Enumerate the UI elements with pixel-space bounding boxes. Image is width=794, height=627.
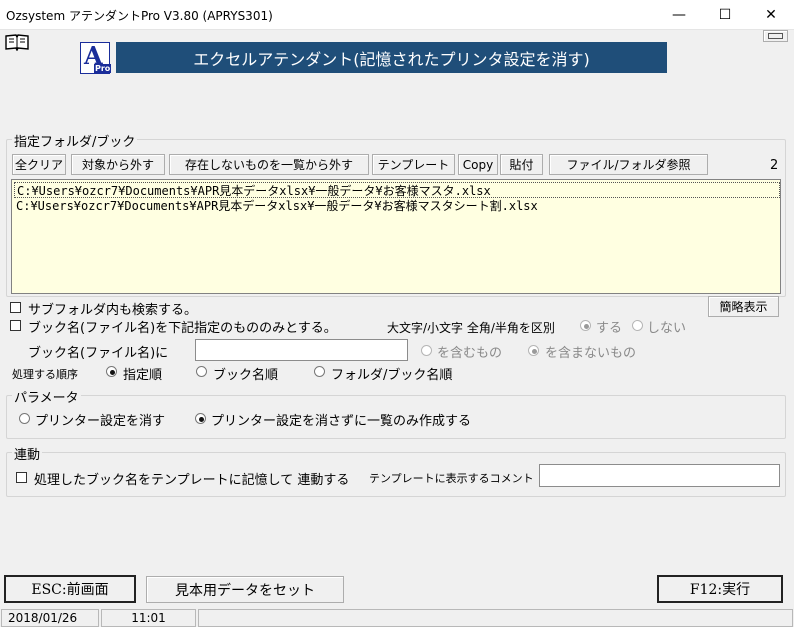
- screen-banner: エクセルアテンダント(記憶されたプリンタ設定を消す): [116, 42, 667, 73]
- template-comment-input[interactable]: [539, 464, 780, 487]
- subfolder-checkbox[interactable]: [10, 302, 21, 313]
- list-only-radio[interactable]: [195, 413, 206, 424]
- window-title: Ozsystem アテンダントPro V3.80 (APRYS301): [6, 9, 273, 23]
- clear-all-button[interactable]: 全クリア: [12, 154, 66, 175]
- order-label: 処理する順序: [12, 368, 78, 381]
- subfolder-label: サブフォルダ内も検索する。: [28, 303, 198, 318]
- file-folder-browse-button[interactable]: ファイル/フォルダ参照: [549, 154, 708, 175]
- close-button[interactable]: ✕: [748, 0, 794, 30]
- order-specified-label: 指定順: [123, 368, 163, 383]
- set-sample-data-button[interactable]: 見本用データをセット: [146, 576, 344, 603]
- remember-link-label: 処理したブック名をテンプレートに記憶して 連動する: [34, 473, 350, 488]
- file-list[interactable]: C:¥Users¥ozcr7¥Documents¥APR見本データxlsx¥一般…: [11, 179, 781, 294]
- link-legend: 連動: [12, 444, 43, 463]
- minimize-button[interactable]: —: [656, 0, 702, 30]
- title-bar: Ozsystem アテンダントPro V3.80 (APRYS301) — ☐ …: [0, 0, 794, 30]
- order-book-label: ブック名順: [213, 368, 279, 383]
- manual-book-icon[interactable]: [4, 33, 30, 52]
- not-contains-radio[interactable]: [528, 345, 539, 356]
- remove-from-target-button[interactable]: 対象から外す: [71, 154, 165, 175]
- f12-execute-button[interactable]: F12:実行: [657, 575, 783, 603]
- status-date: 2018/01/26: [1, 609, 99, 627]
- not-contains-label: を含まないもの: [545, 346, 637, 361]
- order-book-radio[interactable]: [196, 366, 207, 377]
- parameter-legend: パラメータ: [12, 387, 81, 406]
- template-comment-label: テンプレートに表示するコメント: [369, 472, 534, 485]
- case-no-label: しない: [647, 321, 687, 336]
- app-logo: A Pro: [80, 41, 112, 74]
- bookname-input[interactable]: [195, 339, 408, 361]
- brief-view-button[interactable]: 簡略表示: [708, 296, 779, 317]
- delete-printer-label: プリンター設定を消す: [35, 414, 166, 429]
- contains-label: を含むもの: [437, 346, 503, 361]
- menu-toggle-button[interactable]: [763, 30, 788, 42]
- bookname-field-label: ブック名(ファイル名)に: [28, 346, 169, 361]
- bookname-only-checkbox[interactable]: [10, 320, 21, 331]
- bar-icon: [768, 33, 783, 39]
- case-yes-radio[interactable]: [580, 320, 591, 331]
- list-only-label: プリンター設定を消さずに一覧のみ作成する: [211, 414, 472, 429]
- case-yes-label: する: [596, 321, 623, 336]
- order-folder-label: フォルダ/ブック名順: [331, 368, 453, 383]
- order-specified-radio[interactable]: [106, 366, 117, 377]
- folder-book-legend: 指定フォルダ/ブック: [12, 131, 138, 150]
- template-button[interactable]: テンプレート: [372, 154, 455, 175]
- delete-printer-radio[interactable]: [19, 413, 30, 424]
- case-sensitive-label: 大文字/小文字 全角/半角を区別: [387, 321, 555, 335]
- remember-link-checkbox[interactable]: [16, 472, 27, 483]
- copy-button[interactable]: Copy: [458, 154, 498, 175]
- bookname-only-label: ブック名(ファイル名)を下記指定のもののみとする。: [28, 321, 337, 336]
- remove-missing-button[interactable]: 存在しないものを一覧から外す: [169, 154, 369, 175]
- esc-back-button[interactable]: ESC:前画面: [4, 575, 136, 603]
- contains-radio[interactable]: [421, 345, 432, 356]
- case-no-radio[interactable]: [632, 320, 643, 331]
- status-message: [198, 609, 793, 627]
- logo-sub: Pro: [94, 64, 112, 73]
- order-folder-radio[interactable]: [314, 366, 325, 377]
- file-count: 2: [770, 158, 779, 173]
- paste-button[interactable]: 貼付: [500, 154, 543, 175]
- status-time: 11:01: [101, 609, 196, 627]
- maximize-button[interactable]: ☐: [702, 0, 748, 30]
- list-item[interactable]: C:¥Users¥ozcr7¥Documents¥APR見本データxlsx¥一般…: [14, 182, 780, 198]
- list-item[interactable]: C:¥Users¥ozcr7¥Documents¥APR見本データxlsx¥一般…: [14, 198, 780, 214]
